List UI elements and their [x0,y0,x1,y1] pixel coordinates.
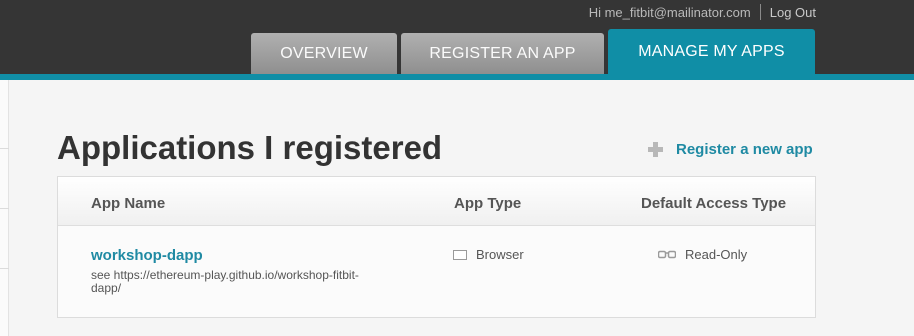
table-header: App Name App Type Default Access Type [58,177,815,226]
divider [759,4,761,20]
side-panel [0,80,9,336]
column-header-app-type: App Type [454,195,522,212]
divider [0,148,9,149]
browser-icon [453,249,467,260]
register-new-app-link[interactable]: Register a new app [648,141,813,158]
tab-manage-my-apps[interactable]: MANAGE MY APPS [608,29,815,74]
apps-table: App Name App Type Default Access Type wo… [57,176,816,318]
access-type-label: Read-Only [685,247,748,262]
app-description: see https://ethereum-play.github.io/work… [91,268,359,295]
app-name-link[interactable]: workshop-dapp [91,247,203,264]
app-type: Browser [453,247,524,262]
divider [0,268,9,269]
user-bar: Hi me_fitbit@mailinator.com Log Out [589,4,816,20]
glasses-icon [658,250,676,259]
access-type: Read-Only [658,247,747,262]
tab-register-an-app[interactable]: REGISTER AN APP [401,33,604,74]
divider [0,208,9,209]
column-header-app-name: App Name [91,195,166,212]
tab-overview[interactable]: OVERVIEW [251,33,397,74]
table-row: workshop-dapp see https://ethereum-play.… [58,226,815,318]
user-greeting: Hi me_fitbit@mailinator.com [588,4,751,20]
page-title: Applications I registered [57,129,443,166]
register-new-app-label[interactable]: Register a new app [676,141,813,158]
logout-link[interactable]: Log Out [770,5,816,20]
app-type-label: Browser [476,247,524,262]
plus-icon [648,142,663,157]
column-header-default-access-type: Default Access Type [641,195,787,212]
accent-bar [0,74,914,80]
